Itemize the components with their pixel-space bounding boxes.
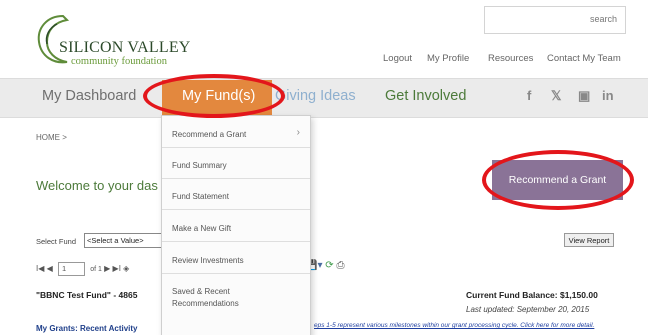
fund-balance: Current Fund Balance: $1,150.00 xyxy=(466,290,598,300)
linkedin-icon[interactable]: in xyxy=(602,88,614,103)
search-box[interactable]: search xyxy=(484,6,626,34)
last-updated: Last updated: September 20, 2015 xyxy=(466,305,590,314)
fund-name: "BBNC Test Fund" - 4865 xyxy=(36,290,138,300)
resources-link[interactable]: Resources xyxy=(488,53,533,64)
svcf-logo[interactable]: SILICON VALLEY community foundation xyxy=(33,12,233,72)
logout-link[interactable]: Logout xyxy=(383,53,412,64)
menu-item-make-gift[interactable]: Make a New Gift xyxy=(162,210,310,242)
prev-page-icon[interactable]: ◀ xyxy=(47,264,53,273)
first-page-icon[interactable]: I◀ xyxy=(36,264,44,273)
annotation-ring-my-funds xyxy=(143,74,285,118)
annotation-ring-recommend-grant xyxy=(482,150,634,210)
my-profile-link[interactable]: My Profile xyxy=(427,53,469,64)
logo-subtitle: community foundation xyxy=(71,56,167,67)
youtube-icon[interactable]: ▣ xyxy=(578,88,590,104)
breadcrumb[interactable]: HOME > xyxy=(36,133,67,142)
my-funds-menu: Recommend a Grant › Fund Summary Fund St… xyxy=(161,115,311,335)
menu-item-label: Make a New Gift xyxy=(172,224,232,233)
logo-title: SILICON VALLEY xyxy=(59,39,191,56)
select-fund-label: Select Fund xyxy=(36,237,77,246)
menu-item-review-investments[interactable]: Review Investments xyxy=(162,242,310,274)
nav-get-involved[interactable]: Get Involved xyxy=(385,88,466,104)
twitter-icon[interactable]: 𝕏 xyxy=(551,88,561,104)
view-report-button[interactable]: View Report xyxy=(564,233,614,247)
nav-giving-ideas[interactable]: Giving Ideas xyxy=(275,88,356,104)
menu-item-recommend-grant[interactable]: Recommend a Grant › xyxy=(162,116,310,148)
menu-item-label: Saved & Recent Recommendations xyxy=(172,287,239,308)
grants-heading: My Grants: Recent Activity xyxy=(36,324,138,333)
menu-item-label: Recommend a Grant xyxy=(172,130,247,139)
nav-my-dashboard[interactable]: My Dashboard xyxy=(42,88,136,104)
menu-item-fund-summary[interactable]: Fund Summary xyxy=(162,148,310,179)
page: SILICON VALLEY community foundation sear… xyxy=(0,0,648,335)
print-icon[interactable]: ⎙ xyxy=(336,260,344,271)
search-button[interactable]: search xyxy=(590,14,617,24)
menu-item-label: Fund Statement xyxy=(172,192,229,201)
select-fund-dropdown[interactable]: <Select a Value> xyxy=(84,233,172,248)
last-page-icon[interactable]: ▶I xyxy=(113,264,121,273)
contact-my-team-link[interactable]: Contact My Team xyxy=(547,53,621,64)
menu-item-label: Fund Summary xyxy=(172,161,227,170)
page-number-input[interactable]: 1 xyxy=(58,262,85,276)
menu-item-fund-statement[interactable]: Fund Statement xyxy=(162,179,310,210)
back-icon[interactable]: ◈ xyxy=(123,264,129,273)
next-page-icon[interactable]: ▶ xyxy=(104,264,110,273)
menu-item-saved-recommendations[interactable]: Saved & Recent Recommendations xyxy=(162,274,310,320)
page-count: of 1 xyxy=(90,266,102,274)
refresh-icon[interactable]: ⟳ xyxy=(325,260,333,271)
chevron-right-icon: › xyxy=(296,127,300,138)
report-pager: I◀ ◀ 1 of 1 ▶ ▶I ◈ xyxy=(36,262,129,276)
menu-item-label: Review Investments xyxy=(172,256,244,265)
facebook-icon[interactable]: f xyxy=(527,88,531,103)
grants-help-link[interactable]: eps 1-5 represent various milestones wit… xyxy=(314,322,594,329)
welcome-heading: Welcome to your das xyxy=(36,178,158,193)
